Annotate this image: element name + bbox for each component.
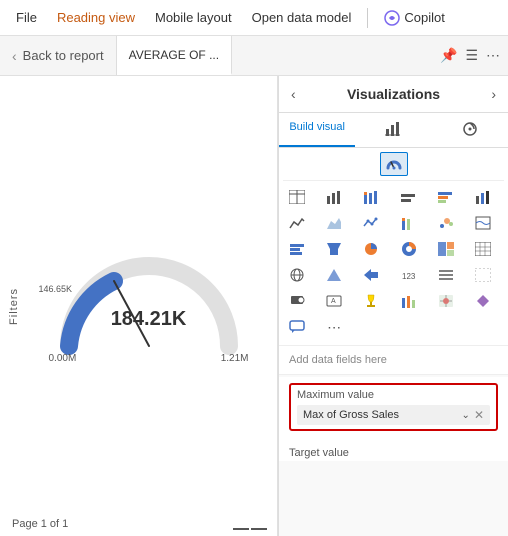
field-tag-close-icon[interactable]: ✕ (474, 408, 484, 422)
analytics-icon (462, 121, 478, 137)
viz-icon-stacked-col[interactable] (432, 185, 460, 209)
viz-icon-bar-chart2[interactable] (395, 289, 423, 313)
viz-icon-blank[interactable] (469, 263, 497, 287)
main-area: Filters 146.65K 184.21K 0.00M (0, 76, 508, 536)
viz-icon-globe[interactable] (283, 263, 311, 287)
viz-icon-stacked-bar[interactable] (357, 185, 385, 209)
menu-bar: File Reading view Mobile layout Open dat… (0, 0, 508, 36)
copilot-icon (384, 10, 400, 26)
viz-row-3 (283, 237, 504, 261)
target-value-label: Target value (279, 441, 508, 461)
page-indicator: Page 1 of 1 (12, 518, 68, 530)
viz-header: ‹ Visualizations › (279, 76, 508, 113)
right-panel: ‹ Visualizations › Build visual (278, 76, 508, 536)
viz-icon-bar3[interactable] (283, 237, 311, 261)
viz-icon-pie[interactable] (357, 237, 385, 261)
viz-icon-more-viz[interactable]: ⋯ (320, 315, 348, 339)
viz-icon-grid2[interactable] (469, 237, 497, 261)
viz-icon-speech[interactable] (283, 315, 311, 339)
viz-icon-card[interactable]: A (320, 289, 348, 313)
filter-icon[interactable]: ☰ (465, 47, 478, 64)
viz-icon-treemap[interactable] (432, 237, 460, 261)
maximum-value-section: Maximum value Max of Gross Sales ⌄ ✕ (279, 377, 508, 441)
menu-open-data-model[interactable]: Open data model (244, 6, 360, 29)
add-data-fields: Add data fields here (279, 346, 508, 375)
gauge-svg (49, 246, 249, 356)
pin-icon[interactable]: 📌 (440, 47, 457, 64)
tab-build-visual[interactable]: Build visual (279, 113, 355, 147)
viz-icon-list-viz[interactable] (432, 263, 460, 287)
tab-build-visual-label: Build visual (289, 121, 345, 133)
viz-icon-mountain[interactable] (320, 211, 348, 235)
more-icon[interactable]: ⋯ (486, 47, 500, 64)
filters-label: Filters (8, 288, 20, 325)
viz-title: Visualizations (347, 86, 440, 102)
back-to-report-label: Back to report (23, 48, 104, 63)
viz-icon-line[interactable] (469, 185, 497, 209)
viz-row-2 (283, 211, 504, 235)
gauge-min: 0.00M (49, 353, 77, 364)
menu-file[interactable]: File (8, 6, 45, 29)
average-tab[interactable]: AVERAGE OF ... (117, 36, 232, 75)
viz-icon-gauge-selected[interactable] (380, 152, 408, 176)
viz-icon-shape[interactable] (320, 263, 348, 287)
viz-icon-column[interactable] (395, 185, 423, 209)
viz-icon-trophy[interactable] (357, 289, 385, 313)
menu-reading-view[interactable]: Reading view (49, 6, 143, 29)
viz-icon-map[interactable] (469, 211, 497, 235)
viz-icon-bar[interactable] (320, 185, 348, 209)
gauge-icon (385, 155, 403, 173)
viz-icon-funnel[interactable] (320, 237, 348, 261)
viz-row-5: A (283, 289, 504, 313)
viz-icon-line2[interactable] (357, 211, 385, 235)
field-tag-text: Max of Gross Sales (303, 409, 399, 421)
field-tag-actions: ⌄ ✕ (462, 408, 484, 422)
viz-nav-back[interactable]: ‹ (289, 84, 298, 104)
field-tag-gross-sales[interactable]: Max of Gross Sales ⌄ ✕ (297, 405, 490, 425)
back-chevron-icon: ‹ (12, 48, 17, 64)
viz-icon-flag[interactable] (283, 289, 311, 313)
back-to-report-tab[interactable]: ‹ Back to report (0, 36, 117, 75)
left-panel: Filters 146.65K 184.21K 0.00M (0, 76, 278, 536)
viz-icon-donut[interactable] (395, 237, 423, 261)
viz-icon-table[interactable] (283, 185, 311, 209)
svg-text:123: 123 (402, 272, 416, 281)
gauge-side-label: 146.65K (39, 284, 73, 294)
maximum-value-label: Maximum value (297, 389, 490, 401)
viz-row-1 (283, 185, 504, 209)
viz-icon-area[interactable] (283, 211, 311, 235)
tab-format[interactable] (355, 113, 431, 147)
viz-nav-forward[interactable]: › (489, 84, 498, 104)
gauge-area: 146.65K 184.21K 0.00M 1.21M (20, 96, 277, 506)
viz-icon-map2[interactable] (432, 289, 460, 313)
gauge-container: 146.65K 184.21K 0.00M 1.21M (49, 246, 249, 356)
viz-icon-bar2[interactable] (395, 211, 423, 235)
viz-row-6: ⋯ (283, 315, 504, 339)
svg-text:A: A (331, 298, 336, 305)
active-tab-label: AVERAGE OF ... (129, 48, 219, 62)
viz-row-4: 123 (283, 263, 504, 287)
maximum-value-box: Maximum value Max of Gross Sales ⌄ ✕ (289, 383, 498, 431)
menu-mobile-layout[interactable]: Mobile layout (147, 6, 240, 29)
viz-icons-section: 123 A (279, 148, 508, 346)
format-icon (385, 121, 401, 137)
menu-copilot[interactable]: Copilot (376, 6, 452, 30)
gauge-max: 1.21M (221, 353, 249, 364)
tab-icons: 📌 ☰ ⋯ (432, 47, 508, 64)
menu-separator (367, 8, 368, 28)
page-line-indicator (233, 528, 267, 530)
field-tag-chevron-icon[interactable]: ⌄ (462, 410, 470, 421)
viz-icon-123[interactable]: 123 (395, 263, 423, 287)
viz-icon-scatter[interactable] (432, 211, 460, 235)
tab-analytics[interactable] (432, 113, 508, 147)
tab-bar: ‹ Back to report AVERAGE OF ... 📌 ☰ ⋯ (0, 36, 508, 76)
gauge-value: 184.21K (111, 308, 187, 331)
viz-icon-arrow[interactable] (357, 263, 385, 287)
viz-tabs: Build visual (279, 113, 508, 148)
viz-icon-diamond[interactable] (469, 289, 497, 313)
